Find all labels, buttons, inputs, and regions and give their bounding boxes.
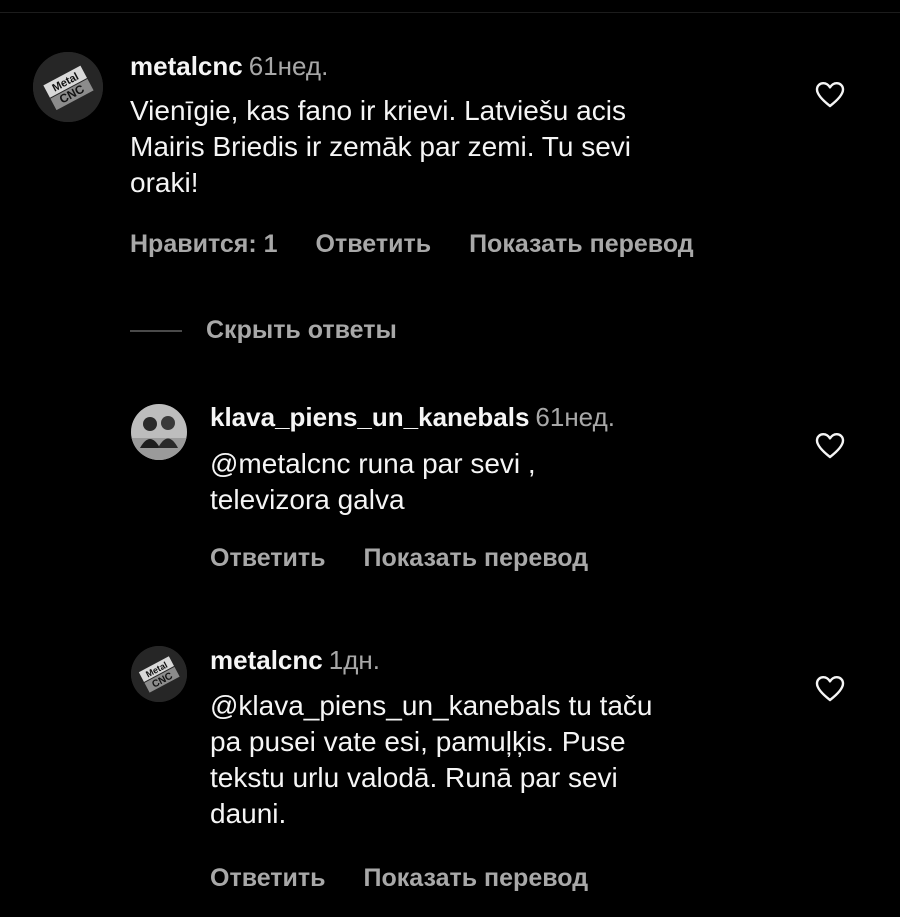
- avatar[interactable]: [131, 404, 187, 460]
- comment-actions: Ответить Показать перевод: [210, 543, 626, 573]
- comment-actions: Нравится: 1 Ответить Показать перевод: [130, 229, 732, 259]
- replies-divider-line: [130, 329, 182, 332]
- reply-button[interactable]: Ответить: [316, 230, 432, 258]
- comment-text: Vienīgie, kas fano ir krievi. Latviešu a…: [130, 95, 632, 198]
- comment-header: klava_piens_un_kanebals 61нед.: [210, 401, 615, 433]
- metal-cnc-logo-icon: Metal CNC: [33, 52, 103, 122]
- comment-text: @metalcnc runa par sevi , televizora gal…: [210, 448, 536, 515]
- likes-count[interactable]: Нравится: 1: [130, 230, 278, 258]
- two-people-photo-icon: [131, 404, 187, 460]
- avatar[interactable]: Metal CNC: [131, 646, 187, 702]
- show-translation-button[interactable]: Показать перевод: [364, 864, 589, 892]
- avatar[interactable]: Metal CNC: [33, 52, 103, 122]
- username[interactable]: metalcnc: [130, 51, 243, 81]
- reply-button[interactable]: Ответить: [210, 544, 326, 572]
- comment-actions: Ответить Показать перевод: [210, 863, 626, 893]
- timestamp: 1дн.: [328, 645, 380, 675]
- comment-header: metalcnc 61нед.: [130, 50, 328, 82]
- username[interactable]: klava_piens_un_kanebals: [210, 402, 529, 432]
- reply-button[interactable]: Ответить: [210, 864, 326, 892]
- heart-icon[interactable]: [815, 675, 845, 703]
- top-divider: [0, 12, 900, 13]
- show-translation-button[interactable]: Показать перевод: [469, 230, 694, 258]
- show-translation-button[interactable]: Показать перевод: [364, 544, 589, 572]
- heart-icon[interactable]: [815, 81, 845, 109]
- timestamp: 61нед.: [535, 402, 615, 432]
- hide-replies-button[interactable]: Скрыть ответы: [130, 316, 397, 345]
- heart-icon[interactable]: [815, 432, 845, 460]
- timestamp: 61нед.: [248, 51, 329, 81]
- comment-text: @klava_piens_un_kanebals tu taču pa puse…: [210, 690, 653, 829]
- comment-header: metalcnc 1дн.: [210, 644, 380, 676]
- hide-replies-label: Скрыть ответы: [206, 316, 397, 344]
- username[interactable]: metalcnc: [210, 645, 323, 675]
- metal-cnc-logo-icon: Metal CNC: [131, 646, 187, 702]
